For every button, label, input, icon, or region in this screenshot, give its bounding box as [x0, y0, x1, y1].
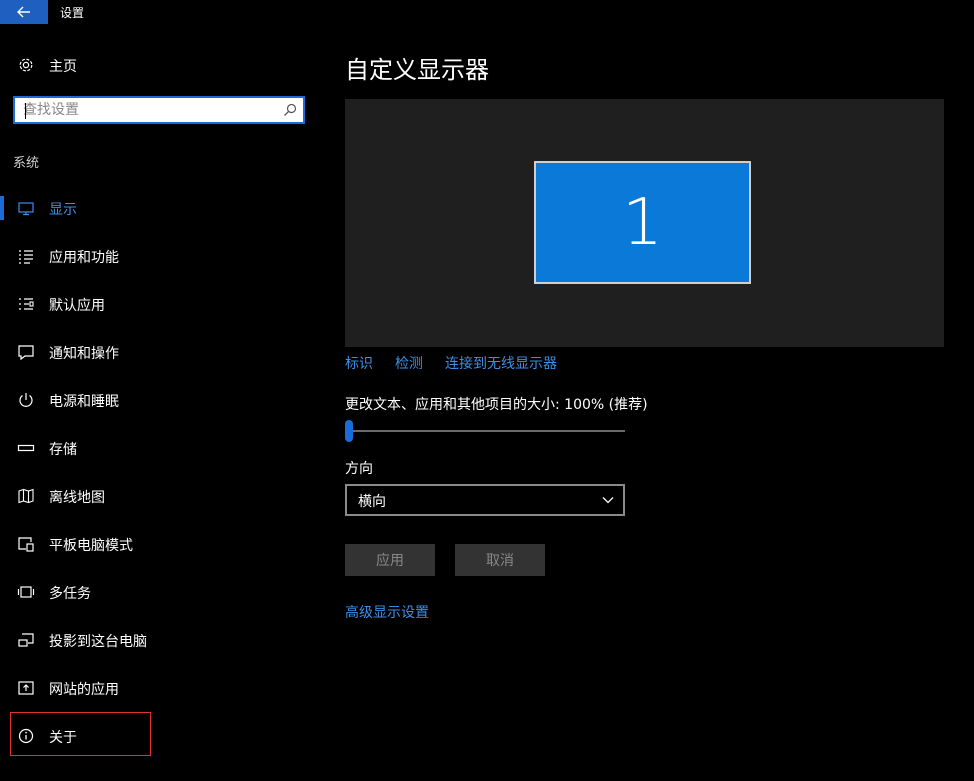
sidebar-item-label: 离线地图 — [49, 490, 105, 506]
text-caret — [25, 103, 26, 119]
search-input[interactable] — [23, 100, 273, 120]
notification-icon — [17, 343, 35, 361]
monitor-number: 1 — [622, 185, 663, 260]
default-apps-icon — [17, 295, 35, 313]
sidebar-item-label: 多任务 — [49, 586, 91, 602]
cancel-button[interactable]: 取消 — [455, 544, 545, 576]
section-header: 系统 — [13, 156, 40, 171]
monitor-icon — [17, 199, 35, 217]
web-apps-icon — [17, 679, 35, 697]
back-arrow-icon — [17, 6, 30, 18]
sidebar-item-label: 电源和睡眠 — [49, 394, 119, 410]
sidebar-item-web-apps[interactable]: 网站的应用 — [0, 674, 322, 702]
sidebar-item-label: 平板电脑模式 — [49, 538, 133, 554]
title-bar: 设置 — [0, 0, 974, 24]
gear-icon — [17, 56, 35, 74]
window-title: 设置 — [60, 6, 85, 20]
active-indicator — [0, 196, 4, 220]
advanced-display-settings-link[interactable]: 高级显示设置 — [345, 602, 429, 622]
display-arrangement-canvas: 1 — [345, 99, 944, 347]
orientation-value: 横向 — [358, 494, 386, 510]
power-icon — [17, 391, 35, 409]
connect-wireless-display-link[interactable]: 连接到无线显示器 — [445, 353, 557, 373]
sidebar-item-label: 显示 — [49, 202, 77, 218]
apps-list-icon — [17, 247, 35, 265]
tablet-mode-icon — [17, 535, 35, 553]
search-icon[interactable] — [283, 103, 297, 117]
sidebar-item-storage[interactable]: 存储 — [0, 434, 322, 462]
chevron-down-icon — [602, 497, 614, 504]
orientation-label: 方向 — [345, 461, 373, 477]
sidebar: 主页 系统 显示 应用和功能 — [0, 24, 322, 781]
sidebar-item-default-apps[interactable]: 默认应用 — [0, 290, 322, 318]
monitor-tile[interactable]: 1 — [534, 161, 751, 284]
back-button[interactable] — [0, 0, 48, 24]
slider-thumb[interactable] — [345, 420, 353, 442]
sidebar-item-label: 投影到这台电脑 — [49, 634, 147, 650]
sidebar-item-project[interactable]: 投影到这台电脑 — [0, 626, 322, 654]
sidebar-item-multitasking[interactable]: 多任务 — [0, 578, 322, 606]
apply-button[interactable]: 应用 — [345, 544, 435, 576]
identify-link[interactable]: 标识 — [345, 353, 373, 373]
sidebar-item-label: 通知和操作 — [49, 346, 119, 362]
scale-label: 更改文本、应用和其他项目的大小: 100% (推荐) — [345, 397, 648, 413]
sidebar-item-tablet-mode[interactable]: 平板电脑模式 — [0, 530, 322, 558]
slider-track — [345, 430, 625, 432]
storage-icon — [17, 439, 35, 457]
sidebar-item-label: 主页 — [49, 59, 77, 75]
page-title: 自定义显示器 — [345, 56, 489, 84]
sidebar-item-home[interactable]: 主页 — [0, 52, 322, 78]
sidebar-item-label: 网站的应用 — [49, 682, 119, 698]
highlight-box — [10, 712, 151, 756]
sidebar-item-power-sleep[interactable]: 电源和睡眠 — [0, 386, 322, 414]
scale-slider[interactable] — [345, 419, 625, 443]
sidebar-item-display[interactable]: 显示 — [0, 194, 322, 222]
detect-link[interactable]: 检测 — [395, 353, 423, 373]
sidebar-item-label: 存储 — [49, 442, 77, 458]
sidebar-item-label: 默认应用 — [49, 298, 105, 314]
map-icon — [17, 487, 35, 505]
sidebar-item-apps-features[interactable]: 应用和功能 — [0, 242, 322, 270]
sidebar-item-notifications[interactable]: 通知和操作 — [0, 338, 322, 366]
orientation-dropdown[interactable]: 横向 — [345, 484, 625, 516]
sidebar-item-offline-maps[interactable]: 离线地图 — [0, 482, 322, 510]
search-box[interactable] — [13, 96, 305, 124]
project-icon — [17, 631, 35, 649]
sidebar-item-label: 应用和功能 — [49, 250, 119, 266]
multitasking-icon — [17, 583, 35, 601]
